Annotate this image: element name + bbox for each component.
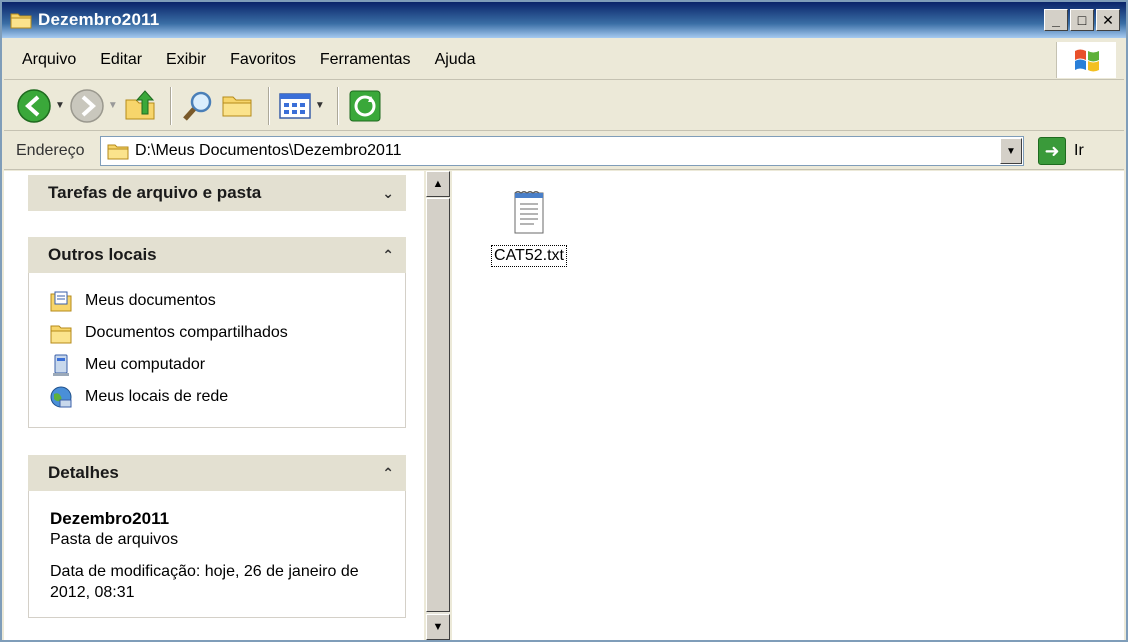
menu-bar: Arquivo Editar Exibir Favoritos Ferramen…	[4, 40, 1124, 80]
chevron-up-icon[interactable]: ⌃	[382, 247, 394, 264]
file-tasks-header[interactable]: Tarefas de arquivo e pasta ⌄	[28, 175, 406, 211]
network-places-icon	[49, 385, 73, 409]
up-folder-icon	[125, 89, 155, 119]
address-dropdown-button[interactable]: ▼	[1000, 138, 1022, 164]
other-places-header[interactable]: Outros locais ⌃	[28, 237, 406, 273]
text-file-icon	[514, 191, 544, 234]
explorer-window: Dezembro2011 _ □ ✕ Arquivo Editar Exibir…	[0, 0, 1128, 642]
forward-button[interactable]: ▼	[69, 85, 118, 127]
go-label: Ir	[1074, 142, 1084, 159]
back-button[interactable]: ▼	[16, 85, 65, 127]
shared-folder-icon	[49, 321, 73, 345]
link-label: Meu computador	[85, 356, 206, 373]
go-arrow-icon: ➜	[1038, 137, 1066, 165]
menu-ferramentas[interactable]: Ferramentas	[308, 51, 423, 69]
file-list-area[interactable]: CAT52.txt	[452, 171, 1124, 640]
sync-button[interactable]	[347, 85, 383, 127]
windows-logo-icon	[1056, 42, 1116, 78]
link-my-computer[interactable]: Meu computador	[29, 349, 405, 381]
link-network-places[interactable]: Meus locais de rede	[29, 381, 405, 413]
details-header[interactable]: Detalhes ⌃	[28, 455, 406, 491]
details-panel: Detalhes ⌃ Dezembro2011 Pasta de arquivo…	[28, 455, 406, 618]
scroll-down-button[interactable]: ▼	[426, 614, 450, 640]
title-bar[interactable]: Dezembro2011 _ □ ✕	[2, 2, 1126, 38]
menu-exibir[interactable]: Exibir	[154, 51, 218, 69]
address-field[interactable]: D:\Meus Documentos\Dezembro2011 ▼	[100, 136, 1024, 166]
chevron-down-icon[interactable]: ⌄	[382, 185, 394, 202]
folder-icon	[10, 13, 32, 29]
go-button[interactable]: ➜ Ir	[1038, 137, 1084, 165]
search-button[interactable]	[180, 85, 216, 127]
file-tasks-panel: Tarefas de arquivo e pasta ⌄	[28, 175, 406, 211]
toolbar: ▼ ▼ ▼	[4, 81, 1124, 131]
details-name: Dezembro2011	[50, 509, 170, 528]
my-documents-icon	[49, 289, 73, 313]
file-item[interactable]: CAT52.txt	[484, 189, 574, 267]
sync-icon	[349, 90, 381, 121]
menu-arquivo[interactable]: Arquivo	[4, 51, 88, 69]
link-label: Meus locais de rede	[85, 388, 229, 405]
back-icon	[17, 88, 51, 123]
folder-icon	[107, 144, 129, 160]
panel-title: Tarefas de arquivo e pasta	[48, 183, 262, 202]
views-button[interactable]: ▼	[278, 85, 325, 127]
toolbar-separator	[169, 86, 172, 125]
other-places-panel: Outros locais ⌃ Meus documentos Document…	[28, 237, 406, 428]
folders-icon	[222, 96, 252, 116]
details-body: Dezembro2011 Pasta de arquivos Data de m…	[28, 491, 406, 618]
link-label: Meus documentos	[85, 292, 216, 309]
window-controls: _ □ ✕	[1044, 9, 1120, 31]
other-places-body: Meus documentos Documentos compartilhado…	[28, 273, 406, 428]
panel-title: Detalhes	[48, 463, 119, 482]
window-title: Dezembro2011	[38, 10, 160, 29]
menu-editar[interactable]: Editar	[88, 51, 154, 69]
details-modified: Data de modificação: hoje, 26 de janeiro…	[50, 563, 359, 601]
link-shared-documents[interactable]: Documentos compartilhados	[29, 317, 405, 349]
minimize-button[interactable]: _	[1044, 9, 1068, 31]
toolbar-separator	[267, 86, 270, 125]
search-icon	[182, 91, 212, 121]
panel-title: Outros locais	[48, 245, 157, 264]
folders-button[interactable]	[220, 85, 256, 127]
task-pane-scrollbar[interactable]: ▲ ▼	[426, 171, 450, 640]
task-pane: Tarefas de arquivo e pasta ⌄ Outros loca…	[4, 171, 424, 640]
forward-icon	[70, 88, 104, 123]
scroll-up-button[interactable]: ▲	[426, 171, 450, 197]
address-label: Endereço	[16, 141, 85, 159]
maximize-button[interactable]: □	[1070, 9, 1094, 31]
file-name: CAT52.txt	[491, 245, 567, 267]
chevron-up-icon[interactable]: ⌃	[382, 465, 394, 482]
my-computer-icon	[49, 353, 73, 377]
address-value: D:\Meus Documentos\Dezembro2011	[135, 142, 402, 159]
menu-ajuda[interactable]: Ajuda	[423, 51, 488, 69]
link-label: Documentos compartilhados	[85, 324, 288, 341]
address-bar: Endereço D:\Meus Documentos\Dezembro2011…	[4, 132, 1124, 170]
toolbar-separator	[336, 86, 339, 125]
menu-favoritos[interactable]: Favoritos	[218, 51, 308, 69]
views-icon	[279, 92, 311, 119]
scroll-thumb[interactable]	[426, 198, 450, 612]
close-button[interactable]: ✕	[1096, 9, 1120, 31]
up-folder-button[interactable]	[122, 85, 158, 127]
link-my-documents[interactable]: Meus documentos	[29, 285, 405, 317]
details-type: Pasta de arquivos	[50, 531, 179, 548]
